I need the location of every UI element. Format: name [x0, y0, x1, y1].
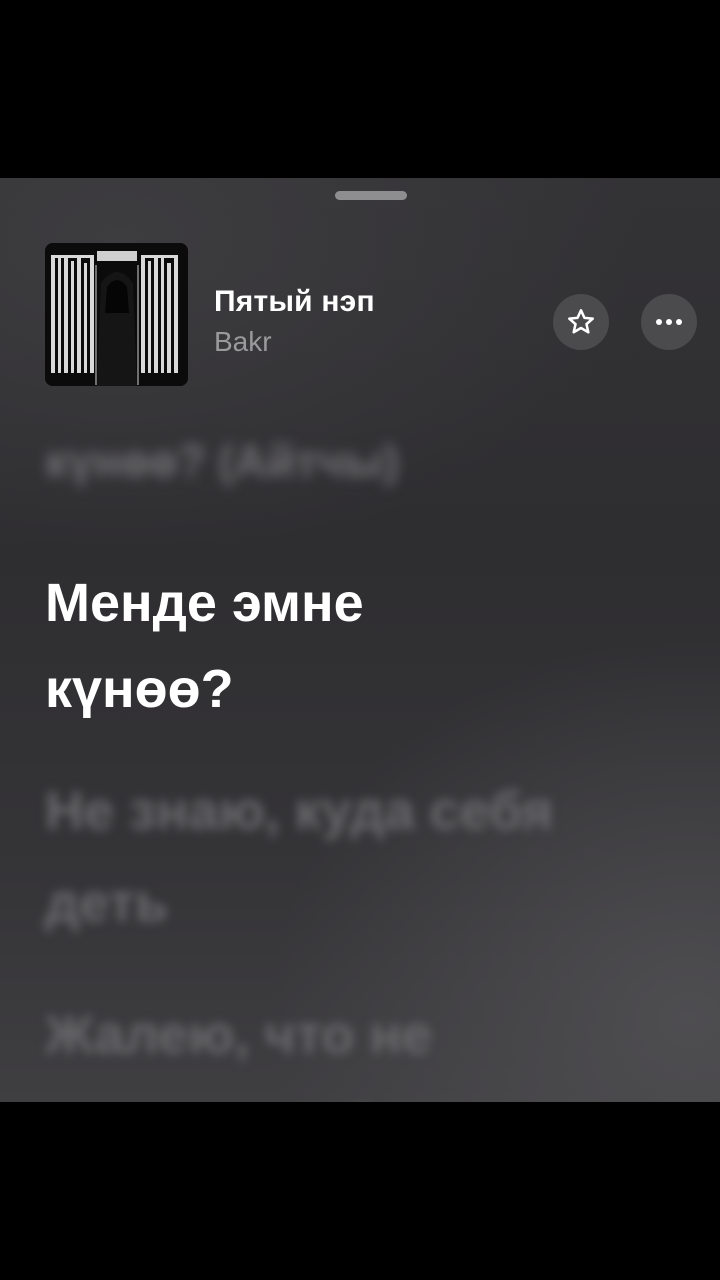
- lyric-current-line-2: күнөө?: [45, 659, 234, 720]
- sheet-grabber[interactable]: [335, 191, 407, 200]
- favorite-button[interactable]: [553, 294, 609, 350]
- lyric-line-previous[interactable]: күнөө? (Айтчы): [45, 433, 399, 491]
- track-title[interactable]: Пятый нэп: [214, 285, 375, 319]
- more-button[interactable]: [641, 294, 697, 350]
- lyric-upcoming-line-2: написал тебе: [45, 1082, 432, 1102]
- lyric-upcoming-line-1: Жалею, что не: [45, 1005, 432, 1065]
- album-artwork-image: [45, 243, 188, 386]
- album-artwork[interactable]: [45, 243, 188, 386]
- screen: Пятый нэп Bakr күнөө? (Айтчы) Менде эмне…: [0, 0, 720, 1280]
- lyric-line-current[interactable]: Менде эмне күнөө?: [45, 560, 364, 733]
- lyric-current-line-1: Менде эмне: [45, 573, 364, 633]
- lyric-next-line-2: деть: [45, 872, 169, 933]
- lyric-line-next[interactable]: Не знаю, куда себя деть: [45, 766, 553, 950]
- lyric-next-line-1: Не знаю, куда себя: [45, 781, 554, 841]
- star-icon: [568, 309, 594, 334]
- lyric-line-upcoming[interactable]: Жалею, что не написал тебе: [45, 990, 432, 1102]
- ellipsis-icon: [656, 319, 682, 325]
- lyrics-sheet: Пятый нэп Bakr күнөө? (Айтчы) Менде эмне…: [0, 178, 720, 1102]
- track-artist[interactable]: Bakr: [214, 326, 272, 358]
